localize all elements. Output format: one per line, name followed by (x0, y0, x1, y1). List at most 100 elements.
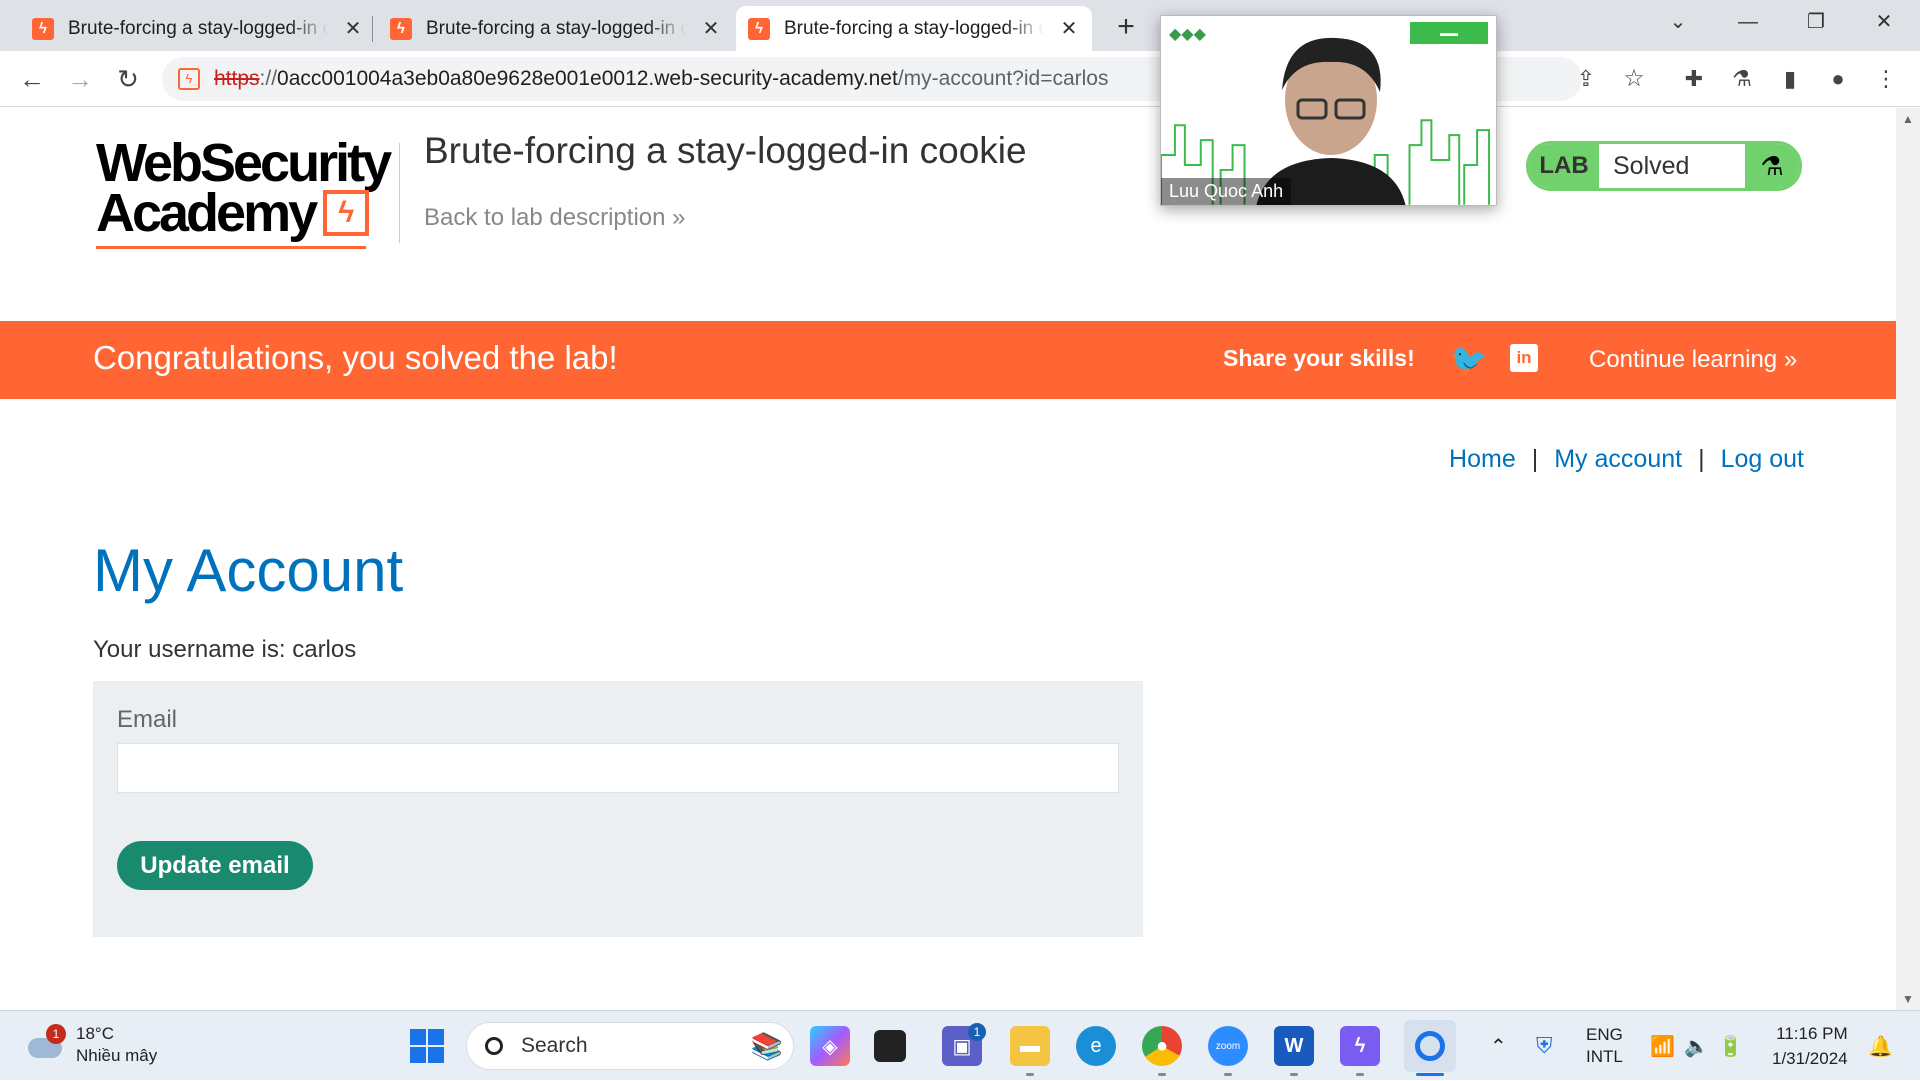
edge-icon[interactable]: e (1076, 1026, 1116, 1066)
taskbar-search-box[interactable]: Search 📚 (466, 1022, 794, 1070)
task-view-icon[interactable] (874, 1030, 906, 1062)
browser-tab[interactable]: ϟ Brute-forcing a stay-logged-in cookie … (20, 6, 376, 51)
tab-title: Brute-forcing a stay-logged-in cookie (68, 17, 328, 39)
tab-divider (372, 16, 373, 42)
back-link-label: Back to lab description (424, 204, 666, 231)
weather-widget[interactable]: 1 18°C Nhiều mây (24, 1023, 157, 1067)
weather-temp: 18°C (76, 1024, 114, 1043)
web-security-academy-logo[interactable]: WebSecurity Academy ϟ (96, 133, 396, 249)
search-placeholder: Search (521, 1034, 588, 1057)
reload-icon[interactable]: ↻ (110, 61, 146, 97)
double-chevron-right-icon: » (1783, 346, 1798, 373)
browser-menu-icon[interactable]: ⋮ (1868, 61, 1904, 97)
portswigger-favicon-icon: ϟ (32, 17, 54, 40)
search-highlight-icon: 📚 (750, 1030, 783, 1061)
sponsor-logo-icon: ▬▬ (1410, 22, 1488, 44)
weather-badge: 1 (46, 1024, 66, 1044)
congratulations-message: Congratulations, you solved the lab! (93, 339, 618, 376)
nav-my-account-link[interactable]: My account (1554, 445, 1682, 474)
scroll-up-icon[interactable]: ▲ (1902, 112, 1914, 126)
continue-learning-label: Continue learning (1589, 346, 1778, 373)
portswigger-favicon-icon: ϟ (748, 17, 770, 40)
volume-icon[interactable]: 🔈 (1684, 1011, 1709, 1081)
web-page: WebSecurity Academy ϟ Brute-forcing a st… (0, 108, 1896, 1010)
video-call-overlay[interactable]: ◆◆◆ ▬▬ Luu Quoc Anh (1160, 15, 1497, 206)
burp-icon[interactable]: ϟ (1340, 1026, 1380, 1066)
language-indicator[interactable]: ENG INTL (1586, 1011, 1623, 1081)
weather-desc: Nhiều mây (76, 1046, 158, 1065)
back-to-lab-description-link[interactable]: Back to lab description » (424, 204, 686, 232)
lab-label: LAB (1529, 144, 1599, 188)
tab-close-icon[interactable]: ✕ (342, 16, 364, 41)
url-scheme: https (214, 67, 260, 90)
browser-tab[interactable]: ϟ Brute-forcing a stay-logged-in cookie … (378, 6, 734, 51)
lang-line1: ENG (1586, 1025, 1623, 1044)
twitter-icon[interactable]: 🐦 (1450, 343, 1487, 378)
active-indicator (1416, 1073, 1444, 1076)
clock-date: 1/31/2024 (1772, 1049, 1848, 1068)
share-icon[interactable]: ⇪ (1568, 61, 1604, 97)
running-indicator (1026, 1073, 1034, 1076)
email-label: Email (117, 706, 178, 733)
scroll-down-icon[interactable]: ▼ (1902, 992, 1914, 1006)
minimize-button[interactable]: — (1720, 6, 1776, 38)
bookmark-star-icon[interactable]: ☆ (1616, 61, 1652, 97)
close-window-button[interactable]: ✕ (1856, 6, 1912, 38)
profile-avatar-icon[interactable]: ● (1820, 61, 1856, 97)
url-separator: :// (259, 67, 278, 90)
running-indicator (1356, 1073, 1364, 1076)
notification-bell-icon[interactable]: 🔔 (1868, 1011, 1893, 1081)
chrome-icon[interactable]: ● (1142, 1026, 1182, 1066)
back-arrow-icon[interactable]: ← (14, 61, 50, 97)
windows-start-icon[interactable] (407, 1026, 447, 1066)
labs-flask-icon[interactable]: ⚗ (1724, 61, 1760, 97)
solved-banner: Congratulations, you solved the lab! Sha… (0, 321, 1896, 399)
side-panel-icon[interactable]: ▮ (1772, 61, 1808, 97)
username-text: Your username is: carlos (93, 636, 357, 663)
account-nav: Home | My account | Log out (1449, 445, 1804, 474)
nav-separator: | (1531, 445, 1539, 473)
security-shield-icon[interactable]: ⛨ (1536, 1011, 1553, 1081)
update-email-button[interactable]: Update email (117, 841, 313, 890)
browser-toolbar: ← → ↻ ϟ https://0acc001004a3eb0a80e9628e… (0, 51, 1920, 107)
lab-status-badge: LAB Solved ⚗ (1526, 141, 1802, 191)
lang-line2: INTL (1586, 1047, 1623, 1066)
tab-close-icon[interactable]: ✕ (1058, 16, 1080, 41)
clock-time: 11:16 PM (1776, 1024, 1848, 1043)
tab-search-icon[interactable]: ⌄ (1650, 6, 1706, 38)
not-secure-icon[interactable]: ϟ (178, 68, 200, 90)
battery-icon[interactable]: 🔋 (1718, 1011, 1743, 1081)
new-tab-button[interactable]: + (1108, 10, 1144, 46)
flask-icon: ⚗ (1745, 144, 1799, 188)
word-icon[interactable]: W (1274, 1026, 1314, 1066)
browser-tab-active[interactable]: ϟ Brute-forcing a stay-logged-in cookie … (736, 6, 1092, 51)
wifi-icon[interactable]: 📶 (1650, 1011, 1675, 1081)
linkedin-icon[interactable]: in (1510, 344, 1538, 372)
tab-strip: ϟ Brute-forcing a stay-logged-in cookie … (0, 0, 1920, 51)
tab-close-icon[interactable]: ✕ (700, 16, 722, 41)
chrome-active-icon[interactable] (1404, 1020, 1456, 1072)
page-title: My Account (93, 537, 404, 604)
forward-arrow-icon[interactable]: → (62, 61, 98, 97)
page-scrollbar[interactable]: ▲ ▼ (1896, 108, 1920, 1010)
windows-taskbar: 1 18°C Nhiều mây Search 📚 ◈ ▣ 1 ▬ e ● zo… (0, 1010, 1920, 1080)
extensions-icon[interactable]: ✚ (1676, 61, 1712, 97)
restore-button[interactable]: ❐ (1788, 6, 1844, 38)
lab-title: Brute-forcing a stay-logged-in cookie (424, 130, 1027, 171)
running-indicator (1158, 1073, 1166, 1076)
nav-separator: | (1698, 445, 1705, 473)
zoom-icon[interactable]: zoom (1208, 1026, 1248, 1066)
teams-badge: 1 (968, 1023, 986, 1041)
copilot-icon[interactable]: ◈ (810, 1026, 850, 1066)
email-field[interactable] (117, 743, 1119, 793)
system-clock[interactable]: 11:16 PM 1/31/2024 (1772, 1021, 1848, 1071)
header-divider (399, 143, 400, 243)
logo-text-line1: WebSecurity (96, 133, 392, 193)
nav-log-out-link[interactable]: Log out (1721, 445, 1804, 474)
search-icon (485, 1037, 503, 1055)
file-explorer-icon[interactable]: ▬ (1010, 1026, 1050, 1066)
running-indicator (1290, 1073, 1298, 1076)
nav-home-link[interactable]: Home (1449, 445, 1516, 474)
show-hidden-icons-chevron-up-icon[interactable]: ⌃ (1490, 1011, 1507, 1081)
continue-learning-link[interactable]: Continue learning » (1589, 346, 1797, 374)
